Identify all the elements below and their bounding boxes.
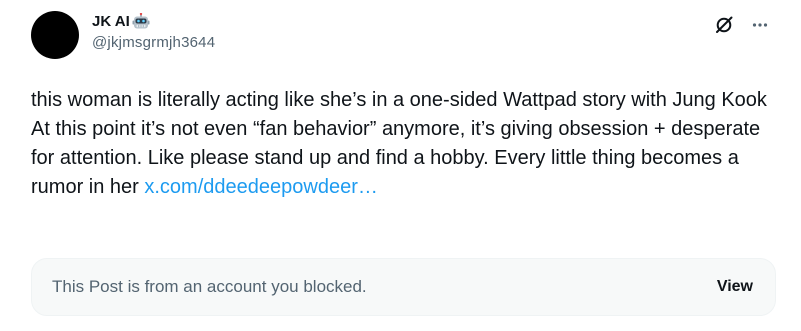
- post-text: this woman is literally acting like she’…: [31, 86, 781, 202]
- post-header: JK AI @jkjmsgrmjh3644: [92, 12, 215, 53]
- post-text-line-2: At this point it’s not even “fan behavio…: [31, 115, 781, 202]
- grok-icon[interactable]: [713, 14, 735, 36]
- header-actions: [713, 14, 771, 36]
- blocked-quote-notice: This Post is from an account you blocked…: [31, 258, 776, 316]
- display-name-row: JK AI: [92, 12, 215, 32]
- user-handle[interactable]: @jkjmsgrmjh3644: [92, 33, 215, 53]
- post-text-line-1: this woman is literally acting like she’…: [31, 89, 767, 111]
- post-card: JK AI @jkjmsgrmjh3644 this woman is lite…: [0, 0, 801, 331]
- more-horizontal-icon[interactable]: [749, 14, 771, 36]
- display-name[interactable]: JK AI: [92, 12, 130, 32]
- post-link[interactable]: x.com/ddeedeepowdeer…: [144, 176, 377, 198]
- robot-face-emoji-icon: [132, 12, 150, 31]
- post-text-line-2-body: At this point it’s not even “fan behavio…: [31, 118, 761, 198]
- view-button[interactable]: View: [717, 259, 753, 315]
- avatar[interactable]: [31, 11, 79, 59]
- blocked-notice-text: This Post is from an account you blocked…: [52, 277, 367, 296]
